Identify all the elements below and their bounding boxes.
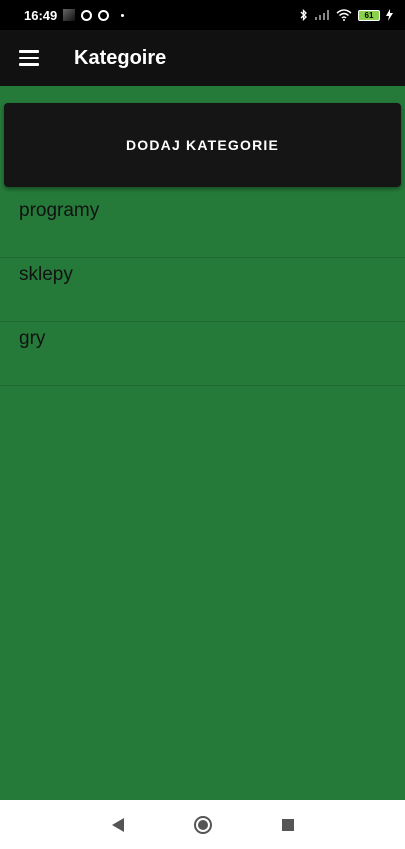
app-bar: Kategoire (0, 30, 405, 86)
battery-icon: 61 (358, 9, 380, 21)
notification-square-icon (63, 9, 76, 21)
list-item-gry[interactable]: gry (0, 322, 405, 386)
status-bar: 16:49 61 (0, 0, 405, 30)
recents-icon[interactable] (281, 818, 294, 831)
page-title: Kategoire (74, 46, 167, 69)
add-category-button[interactable]: DODAJ KATEGORIE (4, 103, 401, 187)
signal-icon (315, 10, 329, 20)
status-left: 16:49 (24, 7, 125, 23)
home-icon[interactable] (193, 815, 212, 834)
dot-icon (121, 13, 125, 17)
list-item-sklepy[interactable]: sklepy (0, 258, 405, 322)
status-time: 16:49 (24, 7, 58, 23)
status-right: 61 (300, 9, 393, 21)
navigation-bar (0, 800, 405, 849)
charging-icon (386, 9, 393, 21)
bluetooth-icon (300, 9, 307, 21)
back-icon[interactable] (111, 817, 124, 832)
at-icon (98, 9, 110, 21)
hamburger-menu-icon[interactable] (19, 50, 39, 66)
category-list: programy sklepy gry (0, 194, 405, 386)
list-item-programy[interactable]: programy (0, 194, 405, 258)
wifi-icon (336, 9, 352, 21)
at-icon (81, 9, 93, 21)
